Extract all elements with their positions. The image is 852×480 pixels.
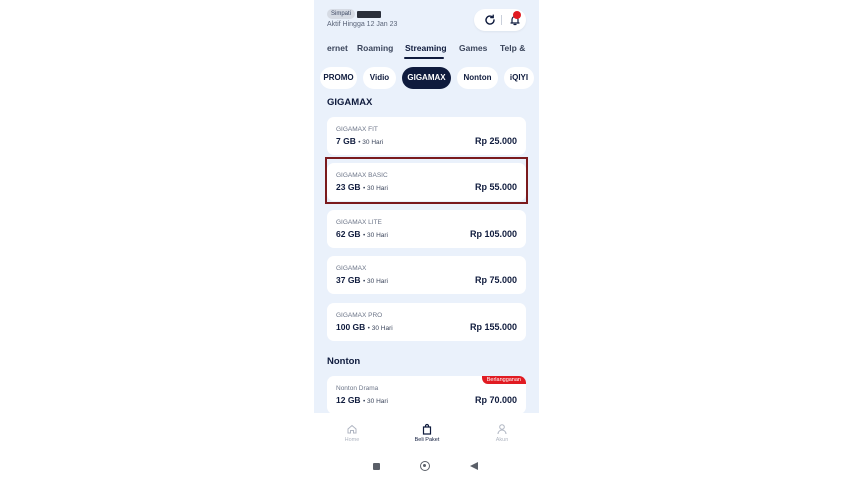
package-card[interactable]: GIGAMAX LITE 62 GB • 30 Hari Rp 105.000: [327, 210, 526, 248]
package-card[interactable]: Berlangganan Nonton Drama 12 GB • 30 Har…: [327, 376, 526, 413]
chip-filters: PROMO Vidio GIGAMAX Nonton iQIYI: [314, 67, 539, 91]
header-separator: [501, 15, 502, 25]
tab-roaming[interactable]: Roaming: [357, 43, 393, 53]
tab-internet[interactable]: ernet: [327, 43, 348, 53]
chip-gigamax[interactable]: GIGAMAX: [402, 67, 451, 89]
package-card[interactable]: GIGAMAX PRO 100 GB • 30 Hari Rp 155.000: [327, 303, 526, 341]
masked-phone-number: [357, 11, 381, 18]
recent-apps-icon[interactable]: [373, 463, 380, 470]
phone-screen: Simpati Aktif Hingga 12 Jan 23 ernet Roa…: [314, 0, 539, 480]
back-icon[interactable]: [470, 462, 478, 470]
package-name: Nonton Drama: [336, 385, 379, 392]
home-button-icon[interactable]: [420, 461, 430, 471]
active-until-text: Aktif Hingga 12 Jan 23: [327, 21, 398, 28]
package-name: GIGAMAX FIT: [336, 126, 378, 133]
package-name: GIGAMAX: [336, 265, 367, 272]
chip-vidio[interactable]: Vidio: [363, 67, 396, 89]
app-content: Simpati Aktif Hingga 12 Jan 23 ernet Roa…: [314, 0, 539, 413]
package-price: Rp 70.000: [474, 395, 517, 405]
selection-highlight: [325, 157, 528, 204]
category-tabs: ernet Roaming Streaming Games Telp &: [314, 40, 539, 62]
account-header: Simpati Aktif Hingga 12 Jan 23: [327, 9, 527, 35]
shopping-bag-icon: [422, 423, 432, 435]
home-icon: [347, 424, 357, 434]
chip-promo[interactable]: PROMO: [320, 67, 357, 89]
section-title-nonton: Nonton: [327, 356, 361, 367]
chip-nonton[interactable]: Nonton: [457, 67, 498, 89]
nav-beli-paket[interactable]: Beli Paket: [402, 423, 452, 443]
system-navigation-bar: [314, 453, 539, 480]
header-actions: [474, 9, 526, 31]
nav-home[interactable]: Home: [327, 423, 377, 443]
package-price: Rp 105.000: [469, 229, 517, 239]
notification-dot: [513, 11, 521, 19]
tab-telp[interactable]: Telp &: [500, 43, 525, 53]
nav-beli-paket-label: Beli Paket: [414, 437, 440, 443]
chip-iqiyi[interactable]: iQIYI: [504, 67, 534, 89]
package-card[interactable]: GIGAMAX FIT 7 GB • 30 Hari Rp 25.000: [327, 117, 526, 155]
nav-akun-label: Akun: [495, 437, 509, 443]
package-name: GIGAMAX PRO: [336, 312, 383, 319]
tab-games[interactable]: Games: [459, 43, 487, 53]
nav-akun[interactable]: Akun: [477, 423, 527, 443]
package-card[interactable]: GIGAMAX 37 GB • 30 Hari Rp 75.000: [327, 256, 526, 294]
package-quota: 62 GB • 30 Hari: [336, 229, 388, 239]
package-price: Rp 155.000: [469, 322, 517, 332]
package-quota: 7 GB • 30 Hari: [336, 136, 384, 146]
package-name: GIGAMAX LITE: [336, 219, 382, 226]
bottom-navigation: Home Beli Paket Akun: [314, 413, 539, 453]
package-quota: 37 GB • 30 Hari: [336, 275, 388, 285]
package-price: Rp 75.000: [474, 275, 517, 285]
tab-streaming[interactable]: Streaming: [405, 43, 447, 53]
user-icon: [497, 424, 507, 435]
subscription-badge: Berlangganan: [481, 376, 526, 384]
package-quota: 100 GB • 30 Hari: [336, 322, 393, 332]
package-price: Rp 25.000: [474, 136, 517, 146]
package-quota: 12 GB • 30 Hari: [336, 395, 388, 405]
active-tab-underline: [404, 57, 444, 59]
nav-home-label: Home: [344, 437, 360, 443]
refresh-icon[interactable]: [483, 13, 497, 27]
section-title-gigamax: GIGAMAX: [327, 97, 373, 108]
sim-badge: Simpati: [327, 9, 356, 19]
